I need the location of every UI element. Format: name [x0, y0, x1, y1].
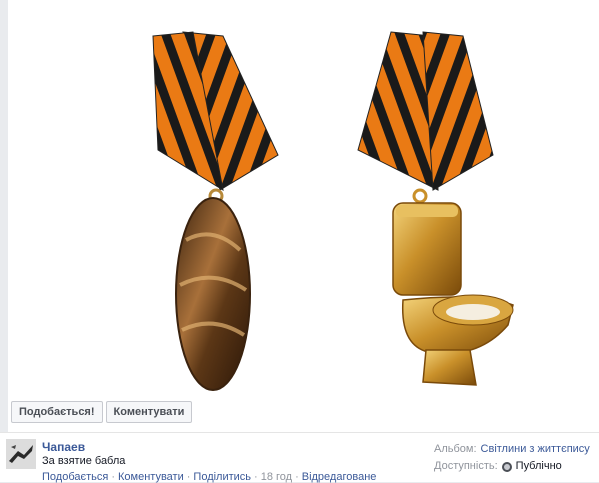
post-author[interactable]: Чапаев: [42, 440, 85, 454]
privacy-value[interactable]: Публічно: [516, 458, 562, 475]
comment-button[interactable]: Коментувати: [105, 401, 193, 423]
like-link[interactable]: Подобається: [42, 471, 108, 483]
photo-image: [152, 31, 514, 391]
post-links: Подобається · Коментувати · Поділитись · 18 го…: [42, 471, 376, 483]
separator: ·: [295, 471, 299, 483]
comment-link[interactable]: Коментувати: [118, 471, 184, 483]
ribbon-left: [152, 31, 279, 192]
ring-right: [412, 188, 428, 204]
share-link[interactable]: Поділитись: [193, 471, 251, 483]
avatar-image: [6, 439, 36, 469]
edited-link[interactable]: Відредаговане: [302, 471, 377, 483]
photo-action-buttons: Подобається! Коментувати: [11, 401, 193, 423]
album-label: Альбом:: [434, 443, 477, 455]
separator: ·: [186, 471, 191, 483]
photo-meta: Альбом: Світлини з життєпису Доступність…: [434, 441, 590, 475]
toilet-medal: [392, 202, 514, 386]
bread-medal: [175, 197, 251, 391]
post-caption: За взятие бабла: [42, 455, 126, 467]
photo-left-edge: [0, 0, 8, 432]
separator: ·: [111, 471, 115, 483]
avatar[interactable]: [6, 439, 36, 469]
like-button[interactable]: Подобається!: [11, 401, 103, 423]
separator: ·: [254, 471, 258, 483]
album-row: Альбом: Світлини з життєпису: [434, 441, 590, 458]
ribbon-right: [357, 31, 494, 191]
album-link[interactable]: Світлини з життєпису: [481, 441, 590, 458]
privacy-row: Доступність: Публічно: [434, 458, 590, 475]
privacy-label: Доступність:: [434, 460, 498, 472]
post-time[interactable]: 18 год: [261, 471, 292, 483]
globe-icon: [501, 461, 512, 472]
